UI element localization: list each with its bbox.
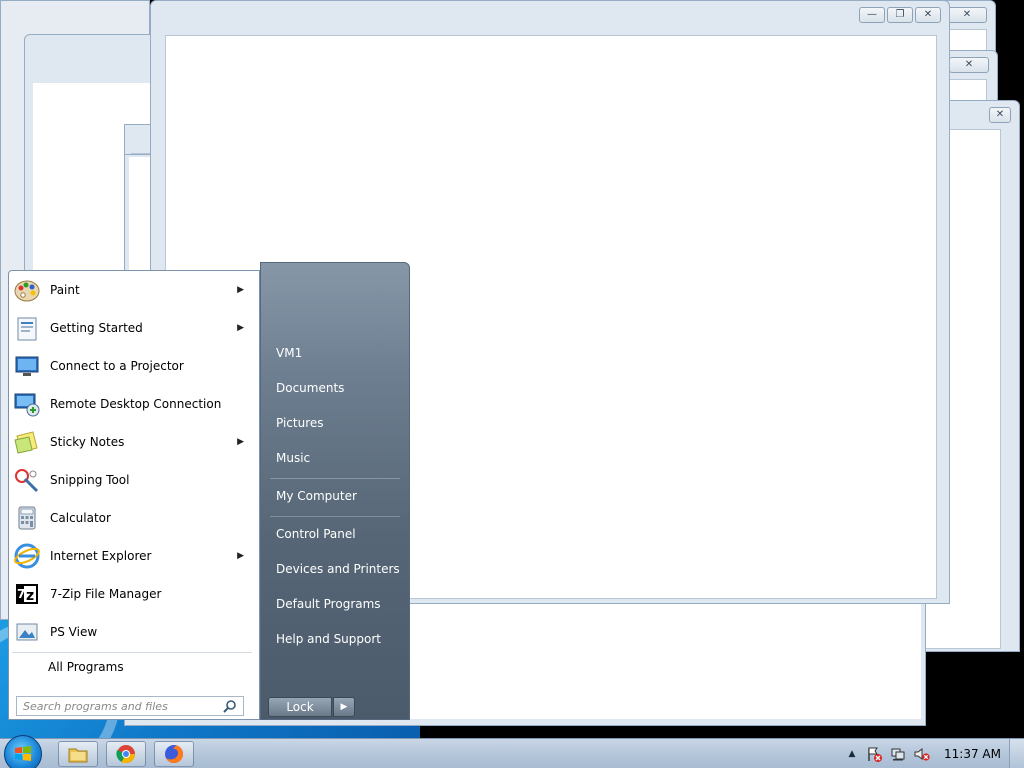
start-button[interactable]	[4, 735, 42, 768]
action-center-flag-icon[interactable]	[866, 746, 882, 762]
minimize-button[interactable]: —	[859, 7, 885, 23]
caption-buttons: — ❐ ✕	[859, 7, 941, 23]
program-label: Connect to a Projector	[50, 359, 184, 373]
search-placeholder: Search programs and files	[23, 699, 168, 713]
close-button[interactable]: ✕	[989, 107, 1011, 123]
lock-button[interactable]: Lock	[268, 697, 332, 717]
close-button[interactable]: ✕	[949, 57, 989, 73]
svg-text:z: z	[26, 588, 34, 604]
place-music[interactable]: Music	[268, 443, 400, 473]
taskbar-clock[interactable]: 11:37 AM	[944, 747, 1001, 761]
shutdown-options-button[interactable]: ▶	[333, 697, 355, 717]
snipping-tool-icon	[12, 465, 42, 495]
start-search-input[interactable]: Search programs and files	[16, 696, 244, 716]
close-icon: ✕	[962, 9, 972, 20]
program-item-connect-projector[interactable]: Connect to a Projector	[12, 349, 256, 383]
program-item-sticky-notes[interactable]: Sticky Notes ▶	[12, 425, 256, 459]
close-button[interactable]: ✕	[915, 7, 941, 23]
taskbar-explorer-button[interactable]	[58, 741, 98, 767]
places-separator	[270, 516, 400, 517]
show-desktop-button[interactable]	[1009, 739, 1024, 768]
network-icon[interactable]	[890, 746, 906, 762]
search-icon[interactable]	[223, 699, 237, 716]
program-label: 7-Zip File Manager	[50, 587, 162, 601]
close-icon: ✕	[995, 109, 1005, 120]
submenu-arrow-icon: ▶	[237, 285, 244, 295]
start-menu-divider	[12, 652, 252, 653]
svg-text:7: 7	[17, 587, 25, 601]
show-hidden-icons-button[interactable]: ▲	[844, 746, 860, 762]
program-item-getting-started[interactable]: Getting Started ▶	[12, 311, 256, 345]
calculator-icon	[12, 503, 42, 533]
place-my-computer[interactable]: My Computer	[268, 481, 400, 511]
place-documents[interactable]: Documents	[268, 373, 400, 403]
firefox-icon	[165, 744, 184, 763]
place-pictures[interactable]: Pictures	[268, 408, 400, 438]
restore-icon: ❐	[895, 9, 905, 20]
program-label: Getting Started	[50, 321, 143, 335]
minimize-icon: —	[867, 9, 877, 20]
all-programs-link[interactable]: All Programs	[48, 660, 124, 674]
submenu-arrow-icon: ▶	[237, 437, 244, 447]
program-label: Snipping Tool	[50, 473, 130, 487]
restore-button[interactable]: ❐	[887, 7, 913, 23]
program-label: Paint	[50, 283, 80, 297]
program-item-7zip[interactable]: z7 7-Zip File Manager	[12, 577, 256, 611]
program-label: Calculator	[50, 511, 111, 525]
program-label: Sticky Notes	[50, 435, 125, 449]
place-default-programs[interactable]: Default Programs	[268, 589, 400, 619]
program-item-internet-explorer[interactable]: Internet Explorer ▶	[12, 539, 256, 573]
remote-desktop-icon	[12, 389, 42, 419]
ps-view-icon	[12, 617, 42, 647]
desktop: ✕ ✕ ✕ — ❐ ✕ Paint ▶ Getting Started ▶ Co…	[0, 0, 1024, 768]
program-label: PS View	[50, 625, 98, 639]
program-item-snipping-tool[interactable]: Snipping Tool	[12, 463, 256, 497]
windows-explorer-icon	[68, 748, 88, 763]
windows-logo-icon	[15, 746, 31, 761]
place-control-panel[interactable]: Control Panel	[268, 519, 400, 549]
taskbar: ▲ 11:37 AM	[0, 735, 1024, 768]
submenu-arrow-icon: ▶	[237, 551, 244, 561]
close-icon: ✕	[964, 59, 974, 70]
place-devices-printers[interactable]: Devices and Printers	[268, 554, 400, 584]
sticky-notes-icon	[12, 427, 42, 457]
taskbar-chrome-button[interactable]	[106, 741, 146, 767]
taskbar-firefox-button[interactable]	[154, 741, 194, 767]
7zip-icon: z7	[12, 579, 42, 609]
getting-started-icon	[12, 313, 42, 343]
volume-muted-icon[interactable]	[914, 746, 930, 762]
projector-icon	[12, 351, 42, 381]
place-user-folder[interactable]: VM1	[268, 338, 400, 368]
program-item-ps-view[interactable]: PS View	[12, 615, 256, 649]
submenu-arrow-icon: ▶	[237, 323, 244, 333]
places-separator	[270, 478, 400, 479]
chevron-right-icon: ▶	[340, 702, 348, 712]
close-icon: ✕	[923, 9, 933, 20]
program-item-paint[interactable]: Paint ▶	[12, 273, 256, 307]
program-label: Internet Explorer	[50, 549, 152, 563]
close-button[interactable]: ✕	[947, 7, 987, 23]
place-help-support[interactable]: Help and Support	[268, 624, 400, 654]
program-item-remote-desktop[interactable]: Remote Desktop Connection	[12, 387, 256, 421]
paint-icon	[12, 275, 42, 305]
program-label: Remote Desktop Connection	[50, 397, 222, 411]
chrome-icon	[116, 745, 135, 764]
internet-explorer-icon	[12, 541, 42, 571]
program-item-calculator[interactable]: Calculator	[12, 501, 256, 535]
